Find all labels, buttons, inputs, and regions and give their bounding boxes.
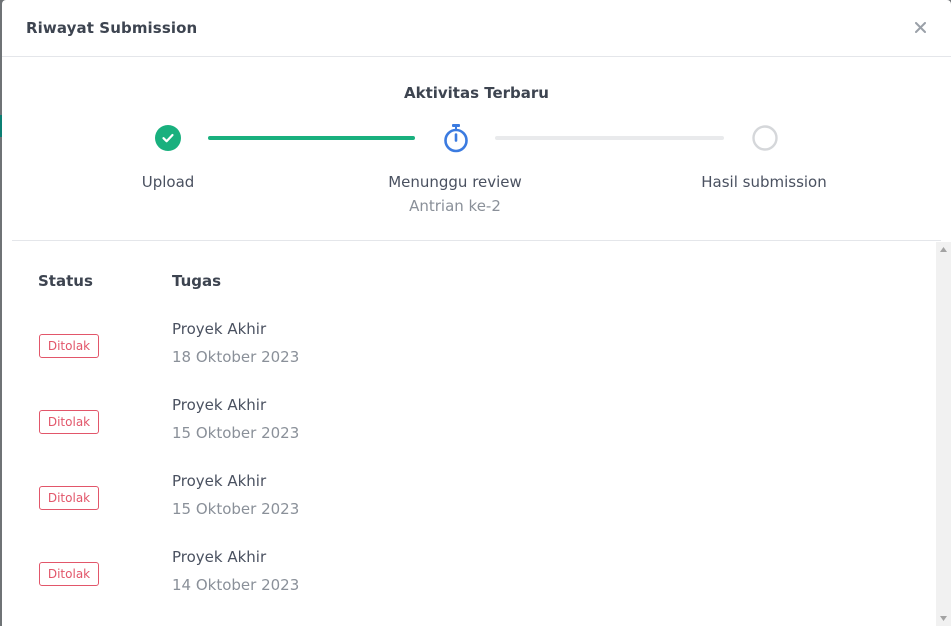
check-circle-icon: [155, 125, 181, 151]
submission-history-modal: Riwayat Submission Aktivitas Terbaru Upl…: [2, 0, 951, 626]
table-row[interactable]: Ditolak Proyek Akhir 18 Oktober 2023: [12, 320, 936, 396]
empty-circle-icon: [752, 125, 778, 151]
step-upload-label: Upload: [141, 173, 195, 191]
task-date: 15 Oktober 2023: [172, 424, 300, 442]
triangle-down-icon: [940, 616, 947, 621]
activity-progress: Aktivitas Terbaru Upload Menunggu review…: [12, 57, 941, 241]
task-name: Proyek Akhir: [172, 472, 267, 490]
task-date: 15 Oktober 2023: [172, 500, 300, 518]
vertical-scrollbar[interactable]: [936, 242, 951, 626]
task-name: Proyek Akhir: [172, 396, 267, 414]
modal-header: Riwayat Submission: [2, 0, 951, 57]
table-row[interactable]: Ditolak Proyek Akhir 15 Oktober 2023: [12, 472, 936, 548]
task-name: Proyek Akhir: [172, 548, 267, 566]
progress-line-completed: [208, 136, 415, 140]
column-header-task: Tugas: [172, 272, 222, 290]
table-row[interactable]: Ditolak Proyek Akhir 14 Oktober 2023: [12, 548, 936, 624]
status-badge: Ditolak: [39, 562, 99, 586]
triangle-up-icon: [940, 247, 947, 252]
task-date: 14 Oktober 2023: [172, 576, 300, 594]
close-icon: [914, 21, 926, 33]
status-badge: Ditolak: [39, 410, 99, 434]
column-header-status: Status: [38, 272, 93, 290]
status-badge: Ditolak: [39, 486, 99, 510]
step-review-label: Menunggu review: [388, 173, 522, 191]
table-row[interactable]: Ditolak Proyek Akhir 15 Oktober 2023: [12, 396, 936, 472]
history-table: Status Tugas Ditolak Proyek Akhir 18 Okt…: [12, 242, 951, 626]
activity-title: Aktivitas Terbaru: [403, 84, 549, 102]
close-button[interactable]: [909, 16, 931, 38]
scroll-up-arrow[interactable]: [936, 242, 951, 257]
task-name: Proyek Akhir: [172, 320, 267, 338]
modal-title: Riwayat Submission: [26, 19, 198, 37]
task-date: 18 Oktober 2023: [172, 348, 300, 366]
scroll-down-arrow[interactable]: [936, 611, 951, 626]
progress-line-pending: [495, 136, 724, 140]
stopwatch-icon: [444, 124, 468, 153]
status-badge: Ditolak: [39, 334, 99, 358]
step-review-queue: Antrian ke-2: [409, 197, 501, 215]
step-result-label: Hasil submission: [701, 173, 827, 191]
